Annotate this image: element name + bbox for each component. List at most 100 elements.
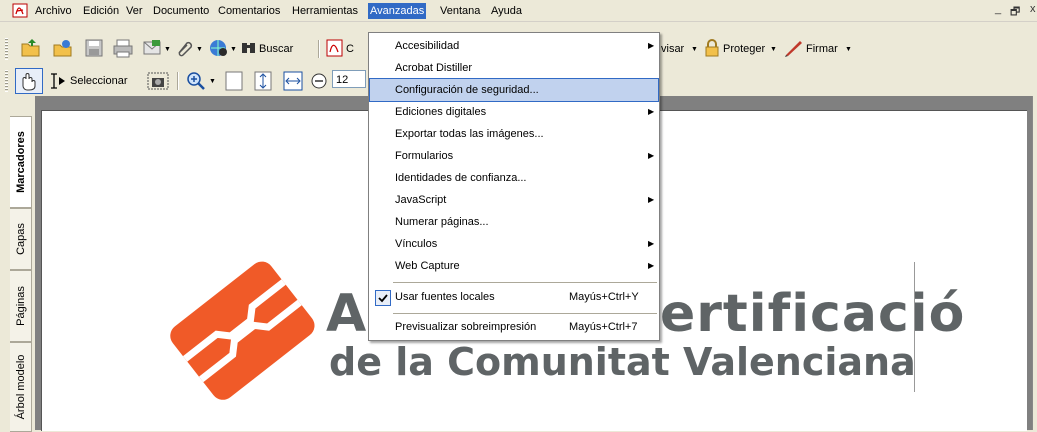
fit-width-icon[interactable] bbox=[283, 71, 303, 94]
menu-item-exportar-imagenes[interactable]: Exportar todas las imágenes... bbox=[370, 123, 658, 145]
snapshot-icon[interactable] bbox=[147, 72, 169, 93]
tab-marcadores[interactable]: Marcadores bbox=[10, 116, 32, 208]
chevron-down-icon[interactable]: ▼ bbox=[164, 46, 171, 53]
submenu-arrow-icon: ▶ bbox=[648, 239, 655, 248]
menu-item-identidades-confianza[interactable]: Identidades de confianza... bbox=[370, 167, 658, 189]
search-button[interactable]: Buscar bbox=[259, 38, 293, 60]
menu-item-web-capture[interactable]: Web Capture ▶ bbox=[370, 255, 658, 277]
sign-button[interactable]: Firmar bbox=[806, 38, 838, 60]
menu-ver[interactable]: Ver bbox=[124, 3, 145, 19]
menu-item-label: JavaScript bbox=[395, 194, 447, 206]
tab-paginas[interactable]: Páginas bbox=[10, 270, 32, 342]
minimize-button[interactable]: _ bbox=[995, 3, 1001, 15]
menu-item-label: Acrobat Distiller bbox=[395, 62, 473, 74]
menu-avanzadas[interactable]: Avanzadas bbox=[368, 3, 427, 19]
select-button[interactable]: Seleccionar bbox=[70, 70, 127, 92]
accv-logo-icon bbox=[160, 256, 325, 409]
tab-label: Marcadores bbox=[14, 131, 27, 193]
print-icon[interactable] bbox=[112, 38, 134, 61]
tab-label: Capas bbox=[14, 223, 27, 255]
submenu-arrow-icon: ▶ bbox=[648, 195, 655, 204]
toolbar-grip[interactable] bbox=[5, 70, 8, 92]
save-icon[interactable] bbox=[84, 38, 104, 61]
menu-item-label: Accesibilidad bbox=[395, 40, 460, 52]
chevron-down-icon[interactable]: ▼ bbox=[196, 46, 203, 53]
submenu-arrow-icon: ▶ bbox=[648, 41, 655, 50]
menu-bar: Archivo Edición Ver Documento Comentario… bbox=[0, 0, 1037, 22]
web-search-icon[interactable] bbox=[208, 38, 230, 61]
menu-item-label: Exportar todas las imágenes... bbox=[395, 128, 544, 140]
pen-icon[interactable] bbox=[784, 39, 804, 60]
select-text-icon[interactable] bbox=[48, 72, 68, 93]
chevron-down-icon[interactable]: ▼ bbox=[770, 46, 777, 53]
right-panel-edge[interactable] bbox=[1032, 96, 1037, 430]
toolbar-grip[interactable] bbox=[5, 38, 8, 60]
menu-item-previsualizar-sobreimpresion[interactable]: Previsualizar sobreimpresión Mayús+Ctrl+… bbox=[370, 316, 658, 338]
create-pdf-icon[interactable] bbox=[326, 39, 344, 60]
menu-item-javascript[interactable]: JavaScript ▶ bbox=[370, 189, 658, 211]
zoom-in-icon[interactable] bbox=[185, 70, 207, 95]
submenu-arrow-icon: ▶ bbox=[648, 151, 655, 160]
tab-label: Páginas bbox=[14, 286, 27, 326]
menu-item-label: Vínculos bbox=[395, 238, 438, 250]
zoom-input[interactable]: 12 bbox=[332, 70, 366, 88]
tab-label: Árbol modelo bbox=[14, 354, 27, 420]
navigation-panel: Marcadores Capas Páginas Árbol modelo bbox=[0, 96, 35, 432]
menu-herramientas[interactable]: Herramientas bbox=[290, 3, 360, 19]
chevron-down-icon[interactable]: ▼ bbox=[691, 46, 698, 53]
submenu-arrow-icon: ▶ bbox=[648, 261, 655, 270]
checkmark-icon bbox=[375, 290, 391, 306]
menu-item-usar-fuentes-locales[interactable]: Usar fuentes locales Mayús+Ctrl+Y bbox=[370, 286, 658, 308]
lock-icon[interactable] bbox=[703, 39, 721, 60]
create-pdf-button[interactable]: C bbox=[346, 38, 354, 60]
fit-page-icon[interactable] bbox=[254, 71, 272, 94]
toolbar-separator bbox=[177, 72, 179, 90]
logo-divider bbox=[914, 262, 915, 392]
email-icon[interactable] bbox=[142, 38, 164, 61]
menu-comentarios[interactable]: Comentarios bbox=[216, 3, 282, 19]
open-folder-icon[interactable] bbox=[20, 37, 42, 62]
tab-arbol-modelo[interactable]: Árbol modelo bbox=[10, 342, 32, 432]
menu-archivo[interactable]: Archivo bbox=[33, 3, 74, 19]
menu-item-acrobat-distiller[interactable]: Acrobat Distiller bbox=[370, 57, 658, 79]
avanzadas-dropdown: Accesibilidad ▶ Acrobat Distiller Config… bbox=[368, 32, 660, 341]
menu-edicion[interactable]: Edición bbox=[81, 3, 121, 19]
protect-button[interactable]: Proteger bbox=[723, 38, 765, 60]
logo-title-start: A bbox=[326, 284, 368, 344]
chevron-down-icon[interactable]: ▼ bbox=[209, 78, 216, 85]
menu-item-accesibilidad[interactable]: Accesibilidad ▶ bbox=[370, 35, 658, 57]
close-button[interactable]: x bbox=[1030, 3, 1036, 15]
menu-item-formularios[interactable]: Formularios ▶ bbox=[370, 145, 658, 167]
menu-item-label: Web Capture bbox=[395, 260, 460, 272]
attach-icon[interactable] bbox=[174, 38, 194, 61]
hand-tool-icon[interactable] bbox=[15, 68, 43, 94]
tab-capas[interactable]: Capas bbox=[10, 208, 32, 270]
menu-ventana[interactable]: Ventana bbox=[438, 3, 482, 19]
toolbar-separator bbox=[318, 40, 320, 58]
menu-item-shortcut: Mayús+Ctrl+Y bbox=[569, 291, 639, 303]
menu-item-label: Numerar páginas... bbox=[395, 216, 489, 228]
menu-item-label: Identidades de confianza... bbox=[395, 172, 527, 184]
chevron-down-icon[interactable]: ▼ bbox=[230, 46, 237, 53]
menu-separator bbox=[393, 313, 657, 314]
menu-item-label: Previsualizar sobreimpresión bbox=[395, 321, 537, 333]
menu-item-shortcut: Mayús+Ctrl+7 bbox=[569, 321, 638, 333]
menu-ayuda[interactable]: Ayuda bbox=[489, 3, 524, 19]
organizer-icon[interactable] bbox=[52, 37, 74, 62]
menu-documento[interactable]: Documento bbox=[151, 3, 211, 19]
actual-size-icon[interactable] bbox=[225, 71, 243, 94]
restore-button[interactable]: 🗗 bbox=[1010, 3, 1020, 22]
menu-item-label: Configuración de seguridad... bbox=[395, 84, 539, 96]
menu-item-label: Ediciones digitales bbox=[395, 106, 487, 118]
review-button[interactable]: visar bbox=[661, 38, 684, 60]
zoom-out-icon[interactable] bbox=[310, 72, 328, 93]
acrobat-app-icon bbox=[12, 3, 28, 21]
menu-item-vinculos[interactable]: Vínculos ▶ bbox=[370, 233, 658, 255]
binoculars-icon[interactable] bbox=[240, 40, 258, 59]
chevron-down-icon[interactable]: ▼ bbox=[845, 46, 852, 53]
menu-separator bbox=[393, 282, 657, 283]
menu-item-configuracion-seguridad[interactable]: Configuración de seguridad... bbox=[369, 78, 659, 102]
submenu-arrow-icon: ▶ bbox=[648, 107, 655, 116]
menu-item-ediciones-digitales[interactable]: Ediciones digitales ▶ bbox=[370, 101, 658, 123]
menu-item-numerar-paginas[interactable]: Numerar páginas... bbox=[370, 211, 658, 233]
